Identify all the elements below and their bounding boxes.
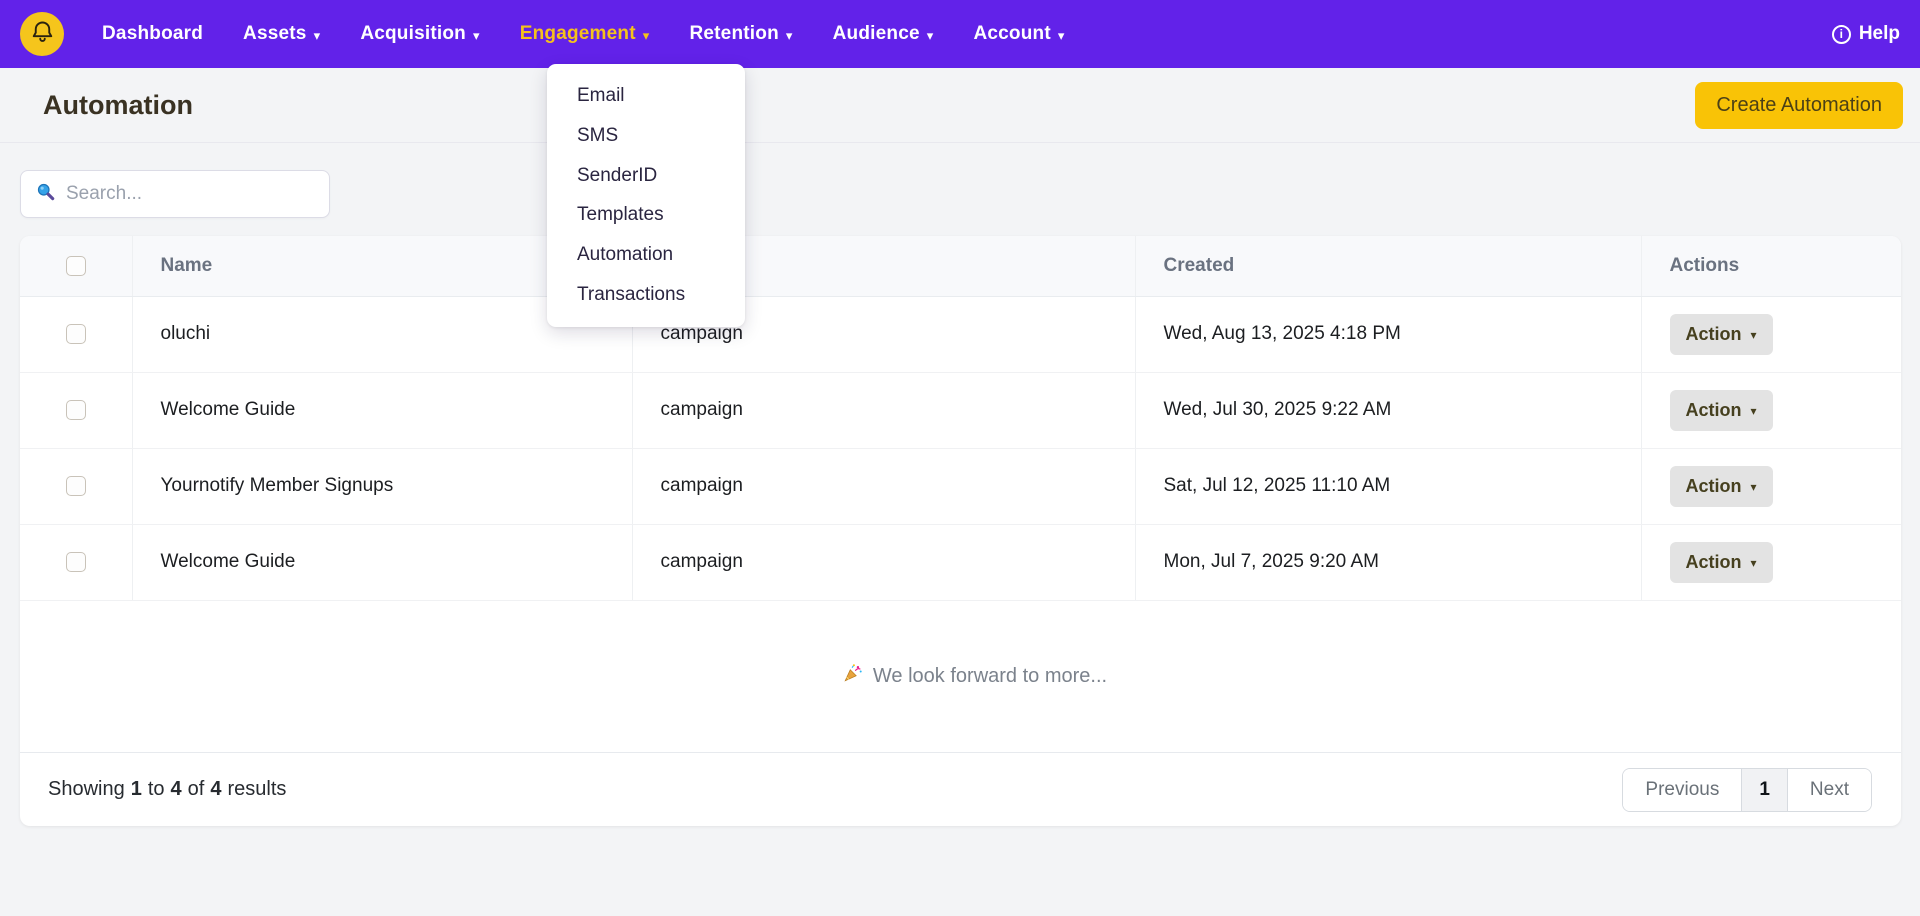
- caret-down-icon: ▾: [1751, 557, 1757, 569]
- action-label: Action: [1686, 476, 1742, 497]
- row-action-button[interactable]: Action ▾: [1670, 390, 1773, 431]
- nav-item-assets[interactable]: Assets ▾: [243, 23, 320, 45]
- caret-down-icon: ▾: [1751, 329, 1757, 341]
- caret-down-icon: ▾: [1751, 405, 1757, 417]
- automation-table-card: Name Created Actions oluchi campaign Wed…: [20, 236, 1901, 826]
- nav-item-label: Account: [973, 23, 1050, 45]
- action-label: Action: [1686, 400, 1742, 421]
- summary-to: 4: [171, 778, 182, 801]
- row-checkbox[interactable]: [66, 400, 86, 420]
- summary-from: 1: [131, 778, 142, 801]
- nav-item-label: Acquisition: [360, 23, 466, 45]
- table-header-row: Name Created Actions: [20, 236, 1901, 296]
- cell-name: Yournotify Member Signups: [132, 448, 632, 524]
- nav-item-engagement[interactable]: Engagement ▾: [520, 23, 650, 45]
- magnifier-icon: [35, 181, 56, 207]
- current-page-indicator[interactable]: 1: [1741, 769, 1788, 811]
- row-checkbox[interactable]: [66, 476, 86, 496]
- cell-type: campaign: [632, 372, 1135, 448]
- caret-down-icon: ▾: [1751, 481, 1757, 493]
- action-label: Action: [1686, 324, 1742, 345]
- cell-type: campaign: [632, 448, 1135, 524]
- results-summary: Showing 1 to 4 of 4 results: [48, 778, 286, 801]
- cell-created: Sat, Jul 12, 2025 11:10 AM: [1135, 448, 1641, 524]
- row-action-button[interactable]: Action ▾: [1670, 542, 1773, 583]
- party-popper-icon: [842, 662, 864, 690]
- summary-word: of: [188, 778, 205, 801]
- menu-item-transactions[interactable]: Transactions: [547, 275, 745, 315]
- row-checkbox[interactable]: [66, 552, 86, 572]
- row-checkbox[interactable]: [66, 324, 86, 344]
- engagement-dropdown-menu: Email SMS SenderID Templates Automation …: [547, 64, 745, 327]
- cell-created: Wed, Jul 30, 2025 9:22 AM: [1135, 372, 1641, 448]
- help-label: Help: [1859, 23, 1900, 45]
- row-action-button[interactable]: Action ▾: [1670, 466, 1773, 507]
- table-row: Welcome Guide campaign Wed, Jul 30, 2025…: [20, 372, 1901, 448]
- caret-down-icon: ▾: [643, 29, 650, 42]
- page-header: Automation Create Automation: [0, 68, 1920, 143]
- caret-down-icon: ▾: [473, 29, 480, 42]
- caret-down-icon: ▾: [786, 29, 793, 42]
- table-row: Welcome Guide campaign Mon, Jul 7, 2025 …: [20, 524, 1901, 600]
- caret-down-icon: ▾: [1058, 29, 1065, 42]
- cell-name: Welcome Guide: [132, 524, 632, 600]
- nav-item-audience[interactable]: Audience ▾: [833, 23, 934, 45]
- row-action-button[interactable]: Action ▾: [1670, 314, 1773, 355]
- nav-item-label: Retention: [689, 23, 778, 45]
- summary-word: to: [148, 778, 165, 801]
- caret-down-icon: ▾: [314, 29, 321, 42]
- menu-item-sms[interactable]: SMS: [547, 116, 745, 156]
- summary-word: Showing: [48, 778, 125, 801]
- search-box: [20, 170, 330, 218]
- info-icon: i: [1832, 25, 1851, 44]
- action-label: Action: [1686, 552, 1742, 573]
- nav-item-label: Engagement: [520, 23, 636, 45]
- select-all-checkbox[interactable]: [66, 256, 86, 276]
- cell-created: Mon, Jul 7, 2025 9:20 AM: [1135, 524, 1641, 600]
- nav-item-dashboard[interactable]: Dashboard: [102, 23, 203, 45]
- nav-item-label: Dashboard: [102, 23, 203, 45]
- nav-item-label: Assets: [243, 23, 307, 45]
- bell-icon: [29, 18, 56, 50]
- table-row: Yournotify Member Signups campaign Sat, …: [20, 448, 1901, 524]
- empty-state-message: We look forward to more...: [873, 665, 1107, 688]
- page-title: Automation: [43, 90, 193, 121]
- column-header-created: Created: [1135, 236, 1641, 296]
- cell-name: Welcome Guide: [132, 372, 632, 448]
- menu-item-email[interactable]: Email: [547, 76, 745, 116]
- help-link[interactable]: i Help: [1832, 23, 1900, 45]
- column-header-actions: Actions: [1641, 236, 1901, 296]
- nav-item-label: Audience: [833, 23, 920, 45]
- table-row: oluchi campaign Wed, Aug 13, 2025 4:18 P…: [20, 296, 1901, 372]
- pagination: Previous 1 Next: [1622, 768, 1872, 812]
- summary-total: 4: [210, 778, 221, 801]
- top-navbar: Dashboard Assets ▾ Acquisition ▾ Engagem…: [0, 0, 1920, 68]
- menu-item-automation[interactable]: Automation: [547, 235, 745, 275]
- nav-menu: Dashboard Assets ▾ Acquisition ▾ Engagem…: [102, 23, 1065, 45]
- nav-item-account[interactable]: Account ▾: [973, 23, 1064, 45]
- automation-table: Name Created Actions oluchi campaign Wed…: [20, 236, 1901, 752]
- empty-state-row: We look forward to more...: [20, 600, 1901, 752]
- search-input[interactable]: [66, 183, 315, 205]
- cell-created: Wed, Aug 13, 2025 4:18 PM: [1135, 296, 1641, 372]
- nav-item-retention[interactable]: Retention ▾: [689, 23, 792, 45]
- next-page-button[interactable]: Next: [1788, 769, 1871, 811]
- menu-item-templates[interactable]: Templates: [547, 195, 745, 235]
- previous-page-button[interactable]: Previous: [1623, 769, 1741, 811]
- cell-type: campaign: [632, 524, 1135, 600]
- app-logo[interactable]: [20, 12, 64, 56]
- caret-down-icon: ▾: [927, 29, 934, 42]
- create-automation-button[interactable]: Create Automation: [1695, 82, 1903, 129]
- menu-item-senderid[interactable]: SenderID: [547, 156, 745, 196]
- table-footer: Showing 1 to 4 of 4 results Previous 1 N…: [20, 752, 1901, 826]
- nav-item-acquisition[interactable]: Acquisition ▾: [360, 23, 479, 45]
- summary-word: results: [227, 778, 286, 801]
